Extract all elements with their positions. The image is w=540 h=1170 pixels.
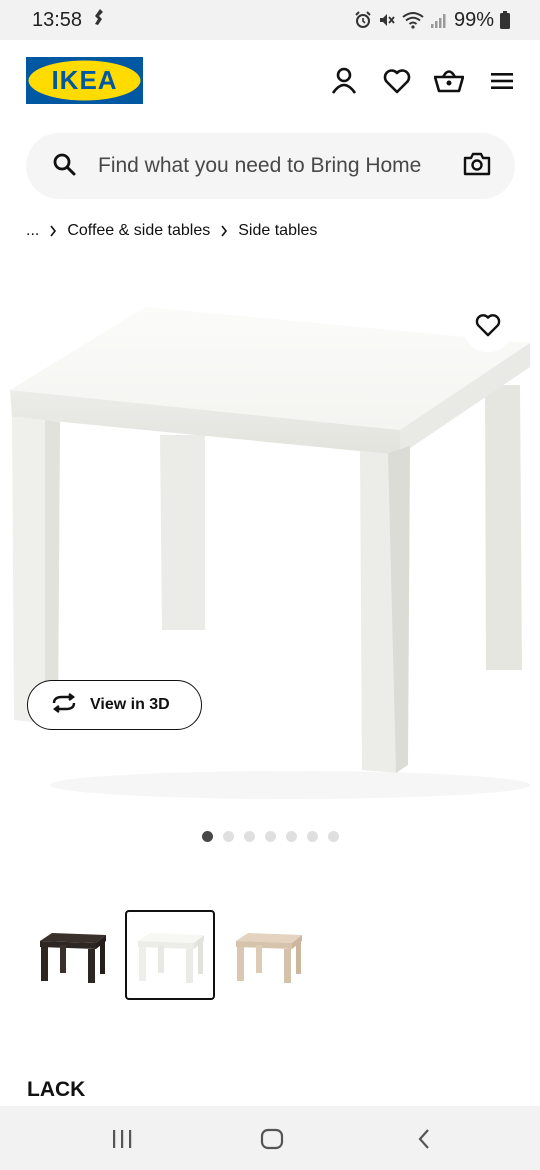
heart-icon[interactable] — [380, 64, 414, 98]
pagination-dot[interactable] — [244, 831, 255, 842]
battery-icon — [500, 11, 510, 29]
basket-icon[interactable] — [432, 64, 466, 98]
variant-white[interactable] — [125, 910, 215, 1000]
pagination-dot[interactable] — [286, 831, 297, 842]
view-in-3d-label: View in 3D — [90, 696, 170, 713]
variant-white-stained-oak[interactable] — [223, 910, 313, 1000]
chevron-right-icon — [220, 225, 228, 237]
breadcrumb: ... Coffee & side tables Side tables — [26, 219, 317, 243]
image-pagination — [202, 831, 339, 842]
search-icon[interactable] — [52, 152, 76, 181]
wifi-icon — [402, 11, 424, 29]
mute-icon — [378, 11, 396, 29]
heart-icon — [475, 313, 501, 342]
pagination-dot[interactable] — [307, 831, 318, 842]
back-icon[interactable] — [409, 1124, 439, 1154]
logo-text: IKEA — [51, 65, 118, 95]
status-time: 13:58 — [32, 8, 83, 31]
menu-icon[interactable] — [485, 64, 519, 98]
product-name: LACK — [27, 1078, 86, 1101]
home-icon[interactable] — [257, 1124, 287, 1154]
pagination-dot[interactable] — [265, 831, 276, 842]
breadcrumb-item-coffee-side-tables[interactable]: Coffee & side tables — [67, 222, 210, 240]
breadcrumb-ellipsis[interactable]: ... — [26, 222, 39, 240]
battery-level: 99% — [453, 8, 494, 31]
add-to-favourites-button[interactable] — [463, 302, 513, 352]
account-icon[interactable] — [327, 64, 361, 98]
product-image[interactable] — [0, 265, 540, 820]
signal-icon — [430, 11, 448, 29]
rotate-3d-icon — [50, 692, 78, 718]
variant-black-brown[interactable] — [27, 910, 117, 1000]
chevron-right-icon — [49, 225, 57, 237]
variant-selector — [27, 910, 313, 1000]
system-navigation-bar — [0, 1106, 540, 1170]
camera-search-icon[interactable] — [463, 152, 491, 181]
recent-apps-icon[interactable] — [107, 1124, 137, 1154]
ikea-logo[interactable]: IKEA — [26, 57, 143, 104]
pagination-dot[interactable] — [328, 831, 339, 842]
fitness-icon — [90, 7, 108, 33]
pagination-dot[interactable] — [202, 831, 213, 842]
app-header: IKEA — [0, 40, 540, 124]
breadcrumb-item-side-tables[interactable]: Side tables — [238, 222, 317, 240]
search-bar[interactable]: Find what you need to Bring Home — [26, 133, 515, 199]
status-bar: 13:58 99% — [0, 0, 540, 40]
search-input[interactable]: Find what you need to Bring Home — [98, 154, 463, 178]
alarm-icon — [354, 11, 372, 29]
pagination-dot[interactable] — [223, 831, 234, 842]
view-in-3d-button[interactable]: View in 3D — [27, 680, 202, 730]
